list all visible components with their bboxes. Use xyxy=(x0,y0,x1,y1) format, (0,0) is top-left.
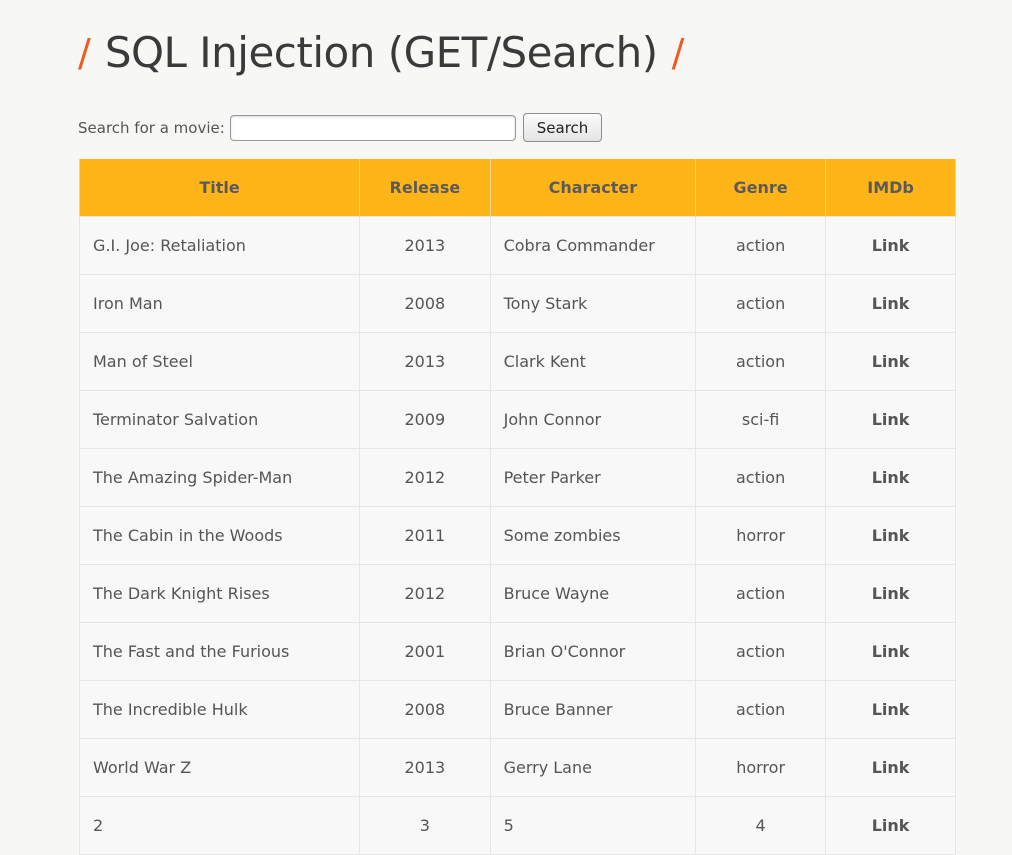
title-slash-left: / xyxy=(78,30,91,75)
imdb-link[interactable]: Link xyxy=(825,680,956,739)
cell-release: 2013 xyxy=(359,332,491,391)
imdb-link[interactable]: Link xyxy=(825,622,956,681)
imdb-link[interactable]: Link xyxy=(825,390,956,449)
table-row: The Incredible Hulk 2008 Bruce Banner actio… xyxy=(78,680,956,739)
imdb-link[interactable]: Link xyxy=(825,738,956,797)
imdb-link[interactable]: Link xyxy=(825,506,956,565)
cell-genre: action xyxy=(695,622,827,681)
column-header-character: Character xyxy=(489,159,697,217)
table-row: 2 3 5 4 Link xyxy=(78,796,956,855)
imdb-link[interactable]: Link xyxy=(825,332,956,391)
cell-character: Tony Stark xyxy=(489,274,697,333)
cell-character: Cobra Commander xyxy=(489,216,697,275)
cell-title: The Dark Knight Rises xyxy=(78,564,361,623)
cell-character: Clark Kent xyxy=(489,332,697,391)
cell-genre: action xyxy=(695,274,827,333)
cell-title: The Fast and the Furious xyxy=(78,622,361,681)
movies-table-body: G.I. Joe: Retaliation 2013 Cobra Commander… xyxy=(78,216,956,855)
movies-table: Title Release Character Genre IMDb G.I. … xyxy=(78,159,956,855)
table-row: World War Z 2013 Gerry Lane horror Link xyxy=(78,738,956,797)
cell-title: The Cabin in the Woods xyxy=(78,506,361,565)
cell-release: 2008 xyxy=(359,680,491,739)
cell-character: Peter Parker xyxy=(489,448,697,507)
cell-title: G.I. Joe: Retaliation xyxy=(78,216,361,275)
title-slash-right: / xyxy=(671,30,685,75)
imdb-link[interactable]: Link xyxy=(825,274,956,333)
table-row: Man of Steel 2013 Clark Kent action Link xyxy=(78,332,956,391)
cell-release: 2009 xyxy=(359,390,491,449)
cell-genre: action xyxy=(695,448,827,507)
cell-character: 5 xyxy=(489,796,697,855)
column-header-title: Title xyxy=(78,159,361,217)
cell-release: 2013 xyxy=(359,216,491,275)
page-header: / SQL Injection (GET/Search) / xyxy=(78,28,684,77)
table-row: The Amazing Spider-Man 2012 Peter Parker ac… xyxy=(78,448,956,507)
cell-genre: horror xyxy=(695,506,827,565)
cell-character: Brian O'Connor xyxy=(489,622,697,681)
table-header-row: Title Release Character Genre IMDb xyxy=(78,159,956,217)
cell-title: World War Z xyxy=(78,738,361,797)
search-input[interactable] xyxy=(229,114,516,141)
cell-genre: sci-fi xyxy=(695,390,827,449)
cell-release: 2012 xyxy=(359,564,491,623)
imdb-link[interactable]: Link xyxy=(825,448,956,507)
cell-title: The Incredible Hulk xyxy=(78,680,361,739)
cell-release: 3 xyxy=(359,796,491,855)
imdb-link[interactable]: Link xyxy=(825,564,956,623)
cell-genre: action xyxy=(695,564,827,623)
cell-character: Some zombies xyxy=(489,506,697,565)
cell-genre: 4 xyxy=(695,796,827,855)
table-row: The Cabin in the Woods 2011 Some zombies ho… xyxy=(78,506,956,565)
cell-title: Man of Steel xyxy=(78,332,361,391)
cell-release: 2011 xyxy=(359,506,491,565)
cell-genre: action xyxy=(695,680,827,739)
column-header-genre: Genre xyxy=(695,159,827,217)
cell-genre: action xyxy=(695,332,827,391)
cell-character: Gerry Lane xyxy=(489,738,697,797)
table-row: Terminator Salvation 2009 John Connor sci-f… xyxy=(78,390,956,449)
search-label: Search for a movie: xyxy=(78,118,225,137)
column-header-release: Release xyxy=(359,159,491,217)
table-row: The Dark Knight Rises 2012 Bruce Wayne acti… xyxy=(78,564,956,623)
search-button[interactable]: Search xyxy=(522,113,603,142)
page-title: SQL Injection (GET/Search) xyxy=(104,28,658,77)
cell-release: 2001 xyxy=(359,622,491,681)
cell-title: The Amazing Spider-Man xyxy=(78,448,361,507)
imdb-link[interactable]: Link xyxy=(825,796,956,855)
table-row: G.I. Joe: Retaliation 2013 Cobra Commander… xyxy=(78,216,956,275)
cell-character: Bruce Wayne xyxy=(489,564,697,623)
cell-character: John Connor xyxy=(489,390,697,449)
cell-title: Terminator Salvation xyxy=(78,390,361,449)
cell-title: 2 xyxy=(78,796,361,855)
table-row: The Fast and the Furious 2001 Brian O'Conn… xyxy=(78,622,956,681)
cell-release: 2008 xyxy=(359,274,491,333)
cell-genre: action xyxy=(695,216,827,275)
imdb-link[interactable]: Link xyxy=(825,216,956,275)
cell-character: Bruce Banner xyxy=(489,680,697,739)
search-form: Search for a movie: Search xyxy=(78,113,603,142)
cell-genre: horror xyxy=(695,738,827,797)
cell-title: Iron Man xyxy=(78,274,361,333)
table-row: Iron Man 2008 Tony Stark action Link xyxy=(78,274,956,333)
cell-release: 2012 xyxy=(359,448,491,507)
cell-release: 2013 xyxy=(359,738,491,797)
column-header-imdb: IMDb xyxy=(825,159,956,217)
